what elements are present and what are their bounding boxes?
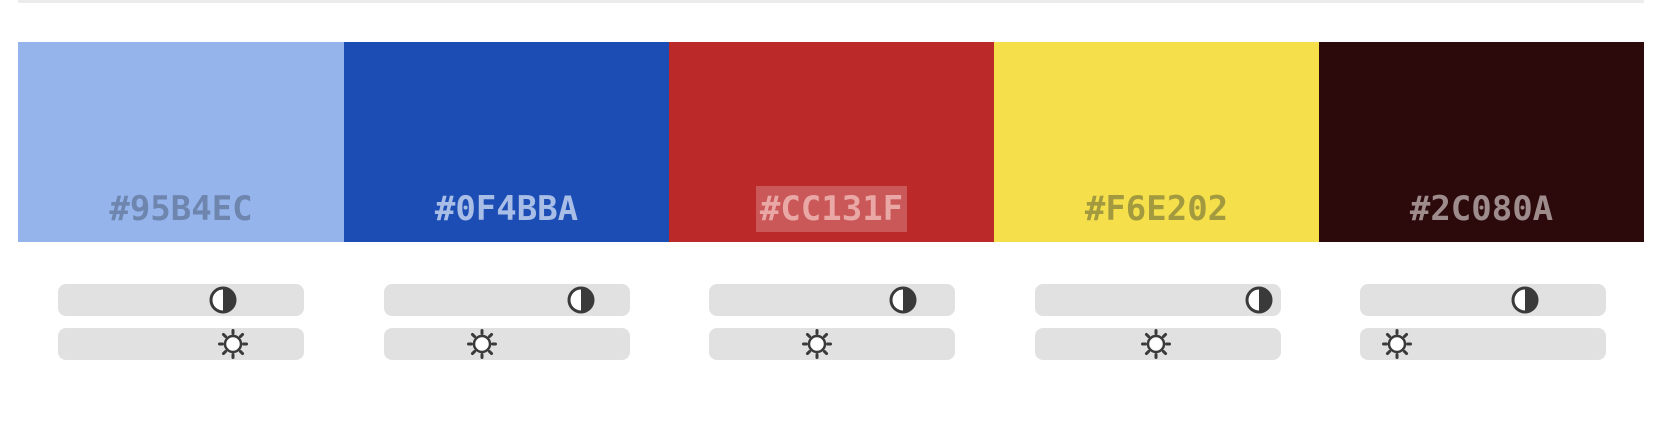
swatch-2-controls <box>384 284 630 372</box>
contrast-icon[interactable] <box>1509 285 1541 315</box>
sun-icon[interactable] <box>217 329 249 359</box>
hex-code-text[interactable]: #CC131F <box>755 186 908 232</box>
hex-code[interactable]: #CC131F <box>669 186 994 232</box>
swatch-4-controls <box>1035 284 1281 372</box>
hex-code[interactable]: #95B4EC <box>18 186 344 232</box>
brightness-slider[interactable] <box>1035 328 1281 360</box>
swatch-1[interactable]: #95B4EC <box>18 42 344 242</box>
hex-code[interactable]: #2C080A <box>1319 186 1644 232</box>
contrast-icon[interactable] <box>565 285 597 315</box>
color-palette: #95B4EC #0F4BBA #CC131F #F6E202 #2C080A <box>18 42 1644 242</box>
brightness-slider[interactable] <box>709 328 955 360</box>
contrast-slider[interactable] <box>384 284 630 316</box>
contrast-icon[interactable] <box>207 285 239 315</box>
swatch-3[interactable]: #CC131F <box>669 42 994 242</box>
brightness-slider[interactable] <box>384 328 630 360</box>
hex-code-text[interactable]: #F6E202 <box>1081 186 1232 232</box>
swatch-5[interactable]: #2C080A <box>1319 42 1644 242</box>
top-divider <box>18 0 1644 3</box>
contrast-icon[interactable] <box>1243 285 1275 315</box>
hex-code-text[interactable]: #2C080A <box>1406 186 1557 232</box>
swatch-1-controls <box>58 284 304 372</box>
hex-code[interactable]: #0F4BBA <box>344 186 669 232</box>
contrast-icon[interactable] <box>887 285 919 315</box>
sun-icon[interactable] <box>801 329 833 359</box>
sun-icon[interactable] <box>1140 329 1172 359</box>
hex-code-text[interactable]: #95B4EC <box>105 186 256 232</box>
brightness-slider[interactable] <box>1360 328 1606 360</box>
swatch-5-controls <box>1360 284 1606 372</box>
contrast-slider[interactable] <box>58 284 304 316</box>
swatch-2[interactable]: #0F4BBA <box>344 42 669 242</box>
contrast-slider[interactable] <box>709 284 955 316</box>
sun-icon[interactable] <box>1381 329 1413 359</box>
swatch-4[interactable]: #F6E202 <box>994 42 1319 242</box>
hex-code[interactable]: #F6E202 <box>994 186 1319 232</box>
brightness-slider[interactable] <box>58 328 304 360</box>
sun-icon[interactable] <box>466 329 498 359</box>
contrast-slider[interactable] <box>1360 284 1606 316</box>
swatch-3-controls <box>709 284 955 372</box>
contrast-slider[interactable] <box>1035 284 1281 316</box>
hex-code-text[interactable]: #0F4BBA <box>431 186 582 232</box>
